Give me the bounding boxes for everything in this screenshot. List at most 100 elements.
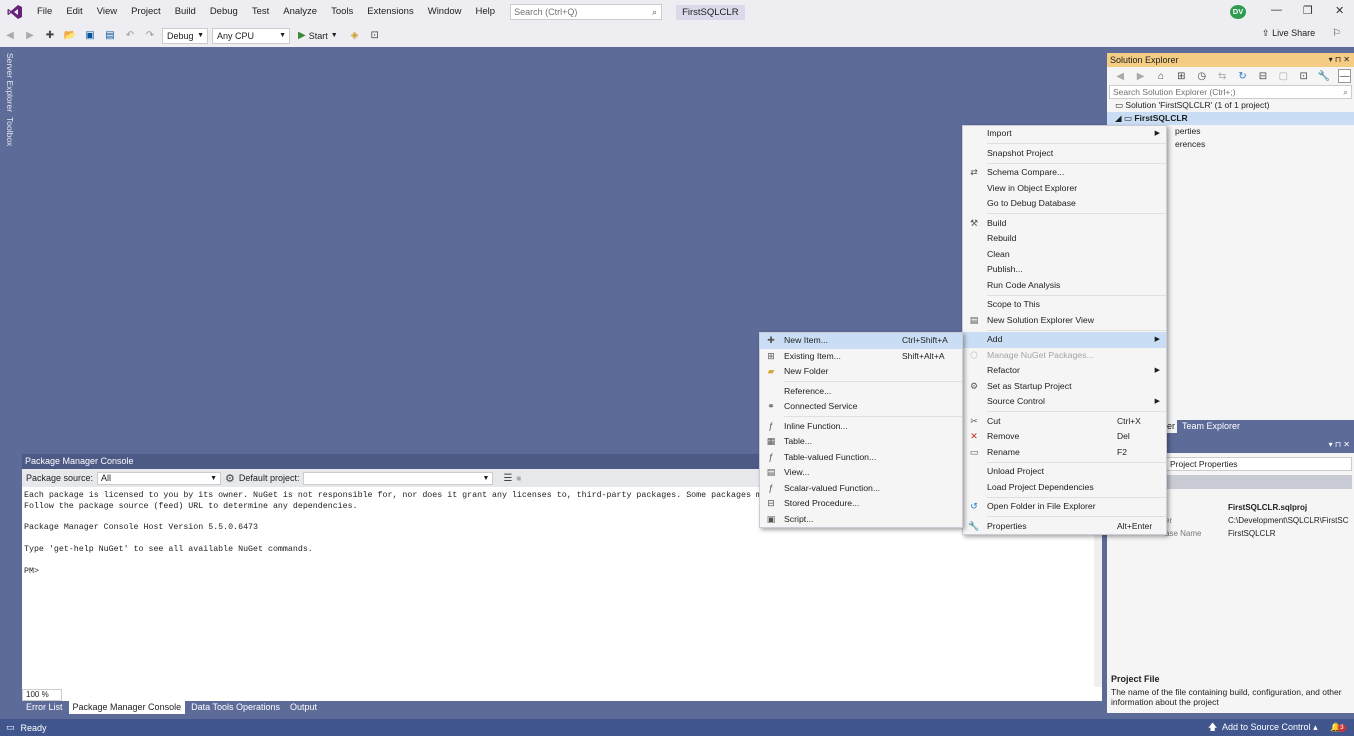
menu-project[interactable]: Project xyxy=(124,0,168,24)
back-icon[interactable]: ◀ xyxy=(3,29,17,43)
menu-view[interactable]: View xyxy=(90,0,124,24)
menu-item-properties[interactable]: 🔧 Properties Alt+Enter xyxy=(963,519,1166,535)
new-project-icon[interactable]: ✚ xyxy=(43,29,57,43)
forward-icon[interactable]: ▶ xyxy=(1134,69,1146,83)
home-icon[interactable]: ⌂ xyxy=(1155,69,1167,83)
menu-item-clean[interactable]: Clean xyxy=(963,247,1166,263)
menu-item-refactor[interactable]: Refactor ▶ xyxy=(963,363,1166,379)
menu-file[interactable]: File xyxy=(30,0,59,24)
menu-window[interactable]: Window xyxy=(421,0,469,24)
menu-help[interactable]: Help xyxy=(469,0,503,24)
menu-extensions[interactable]: Extensions xyxy=(360,0,420,24)
switch-views-icon[interactable]: ⊞ xyxy=(1175,69,1187,83)
browse-icon[interactable]: ◈ xyxy=(348,29,362,43)
minimize-icon[interactable]: — xyxy=(1271,4,1282,16)
menu-item-script[interactable]: ▣ Script... xyxy=(760,512,962,528)
menu-item-rename[interactable]: ▭ Rename F2 xyxy=(963,445,1166,461)
preview-icon[interactable]: — xyxy=(1338,69,1351,83)
menu-item-inline-function[interactable]: ƒ Inline Function... xyxy=(760,419,962,435)
menu-item-publish[interactable]: Publish... xyxy=(963,262,1166,278)
toolbox-tab[interactable]: Toolbox xyxy=(5,117,15,146)
forward-icon[interactable]: ▶ xyxy=(23,29,37,43)
avatar[interactable]: DV xyxy=(1230,5,1246,19)
redo-icon[interactable]: ↷ xyxy=(143,29,157,43)
server-explorer-tab[interactable]: Server Explorer xyxy=(5,53,15,112)
menu-item-new-item[interactable]: ✚ New Item... Ctrl+Shift+A xyxy=(760,333,962,349)
properties-icon[interactable]: ⊡ xyxy=(1298,69,1310,83)
restore-icon[interactable]: ❐ xyxy=(1303,4,1313,17)
menu-item-source-control[interactable]: Source Control ▶ xyxy=(963,394,1166,410)
save-all-icon[interactable]: ▤ xyxy=(103,29,117,43)
menu-item-go-to-debug-database[interactable]: Go to Debug Database xyxy=(963,196,1166,212)
undo-icon[interactable]: ↶ xyxy=(123,29,137,43)
menu-build[interactable]: Build xyxy=(168,0,203,24)
menu-analyze[interactable]: Analyze xyxy=(276,0,324,24)
history-icon[interactable]: ◷ xyxy=(1196,69,1208,83)
settings-gear-icon[interactable]: ⚙ xyxy=(225,472,235,485)
menu-item-snapshot-project[interactable]: Snapshot Project xyxy=(963,146,1166,162)
menu-item-view-in-object-explorer[interactable]: View in Object Explorer xyxy=(963,181,1166,197)
tab-output[interactable]: Output xyxy=(286,701,321,714)
menu-test[interactable]: Test xyxy=(245,0,276,24)
feedback-icon[interactable]: ⚐ xyxy=(1332,28,1341,39)
panel-controls[interactable]: ▾ ⊓ ✕ xyxy=(1329,53,1350,67)
search-input[interactable]: Search (Ctrl+Q) ⌕ xyxy=(510,4,663,20)
visual-studio-logo-icon[interactable] xyxy=(0,0,30,24)
menu-item-new-solution-explorer-view[interactable]: ▤ New Solution Explorer View xyxy=(963,313,1166,329)
default-project-select[interactable]: ▼ xyxy=(303,471,494,485)
menu-debug[interactable]: Debug xyxy=(203,0,245,24)
solution-node[interactable]: ▭ Solution 'FirstSQLCLR' (1 of 1 project… xyxy=(1107,99,1354,112)
menu-item-run-code-analysis[interactable]: Run Code Analysis xyxy=(963,278,1166,294)
menu-item-cut[interactable]: ✂ Cut Ctrl+X xyxy=(963,414,1166,430)
back-icon[interactable]: ◀ xyxy=(1114,69,1126,83)
open-icon[interactable]: 📂 xyxy=(63,29,77,43)
save-icon[interactable]: ▣ xyxy=(83,29,97,43)
sync-icon[interactable]: ⇆ xyxy=(1216,69,1228,83)
menu-item-table[interactable]: ▦ Table... xyxy=(760,434,962,450)
menu-item-view[interactable]: ▤ View... xyxy=(760,465,962,481)
menu-item-scope-to-this[interactable]: Scope to This xyxy=(963,297,1166,313)
menu-item-set-as-startup-project[interactable]: ⚙ Set as Startup Project xyxy=(963,379,1166,395)
zoom-select[interactable]: 100 % xyxy=(22,689,62,701)
live-share-button[interactable]: ⇪ Live Share xyxy=(1262,28,1315,39)
project-node[interactable]: ◢ ▭ FirstSQLCLR xyxy=(1107,112,1354,125)
wrench-icon[interactable]: 🔧 xyxy=(1318,69,1330,83)
menu-item-load-project-dependencies[interactable]: Load Project Dependencies xyxy=(963,480,1166,496)
close-icon[interactable]: ✕ xyxy=(1335,4,1344,17)
tab-data-tools-operations[interactable]: Data Tools Operations xyxy=(187,701,284,714)
menu-item-reference[interactable]: Reference... xyxy=(760,384,962,400)
menu-item-manage-nuget-packages[interactable]: ⬡ Manage NuGet Packages... xyxy=(963,348,1166,364)
menu-item-build[interactable]: ⚒ Build xyxy=(963,216,1166,232)
camera-icon[interactable]: ⊡ xyxy=(368,29,382,43)
show-all-files-icon[interactable]: ▢ xyxy=(1277,69,1289,83)
start-button[interactable]: ▶ Start ▼ xyxy=(298,30,338,41)
clear-console-icon[interactable]: ☰ xyxy=(503,473,512,484)
tab-error-list[interactable]: Error List xyxy=(22,701,67,714)
stop-icon[interactable]: ■ xyxy=(516,474,521,483)
menu-tools[interactable]: Tools xyxy=(324,0,360,24)
menu-item-remove[interactable]: ✕ Remove Del xyxy=(963,429,1166,445)
menu-item-connected-service[interactable]: ⚭ Connected Service xyxy=(760,399,962,415)
refresh-icon[interactable]: ↻ xyxy=(1236,69,1248,83)
add-to-source-control-button[interactable]: Add to Source Control ▴ xyxy=(1222,722,1318,733)
panel-controls[interactable]: ▾ ⊓ ✕ xyxy=(1329,440,1350,449)
menu-item-scalar-valued-function[interactable]: ƒ Scalar-valued Function... xyxy=(760,481,962,497)
menu-item-table-valued-function[interactable]: ƒ Table-valued Function... xyxy=(760,450,962,466)
tab-team-explorer[interactable]: Team Explorer xyxy=(1182,420,1240,433)
configuration-select[interactable]: Debug ▼ xyxy=(162,27,208,44)
menu-item-add[interactable]: Add ▶ xyxy=(963,332,1166,348)
menu-edit[interactable]: Edit xyxy=(59,0,89,24)
menu-item-rebuild[interactable]: Rebuild xyxy=(963,231,1166,247)
menu-item-import[interactable]: Import ▶ xyxy=(963,126,1166,142)
menu-item-schema-compare[interactable]: ⇄ Schema Compare... xyxy=(963,165,1166,181)
menu-item-open-folder-in-file-explorer[interactable]: ↺ Open Folder in File Explorer xyxy=(963,499,1166,515)
platform-select[interactable]: Any CPU ▼ xyxy=(212,27,290,44)
collapse-all-icon[interactable]: ⊟ xyxy=(1257,69,1269,83)
menu-item-unload-project[interactable]: Unload Project xyxy=(963,464,1166,480)
tab-package-manager-console[interactable]: Package Manager Console xyxy=(68,701,186,714)
solution-search-input[interactable]: Search Solution Explorer (Ctrl+;) ⌕ xyxy=(1109,85,1352,99)
menu-item-existing-item[interactable]: ⊞ Existing Item... Shift+Alt+A xyxy=(760,349,962,365)
package-source-select[interactable]: All ▼ xyxy=(97,471,222,485)
menu-item-stored-procedure[interactable]: ⊟ Stored Procedure... xyxy=(760,496,962,512)
menu-item-new-folder[interactable]: ▰ New Folder xyxy=(760,364,962,380)
